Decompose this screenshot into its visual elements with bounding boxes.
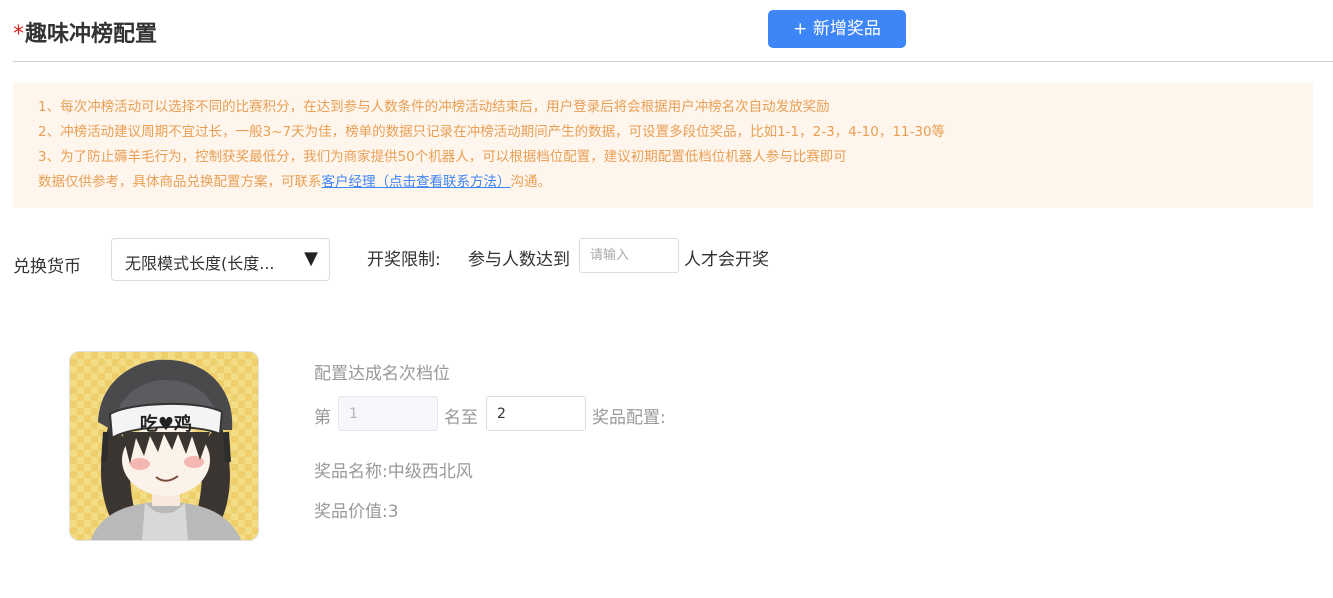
prize-value-label: 奖品价值: xyxy=(314,502,388,522)
currency-select[interactable]: 无限模式长度(长度... ▼ xyxy=(111,238,330,281)
prize-name-value: 中级西北风 xyxy=(387,462,473,482)
participant-count-input[interactable] xyxy=(579,238,679,273)
rank-from-input xyxy=(338,396,438,431)
notice-box: 1、每次冲榜活动可以选择不同的比赛积分，在达到参与人数条件的冲榜活动结束后，用户… xyxy=(13,83,1313,208)
account-manager-link[interactable]: 客户经理（点击查看联系方法） xyxy=(322,174,511,190)
rank-to-input[interactable] xyxy=(486,396,586,431)
helmet-text: 吃♥鸡 xyxy=(140,413,192,435)
notice-line-4: 数据仅供参考，具体商品兑换配置方案，可联系客户经理（点击查看联系方法）沟通。 xyxy=(38,170,1313,195)
rank-heading: 配置达成名次档位 xyxy=(314,364,450,384)
notice-line-4-suffix: 沟通。 xyxy=(510,174,552,190)
prize-name: 奖品名称:中级西北风 xyxy=(314,457,473,482)
currency-selected-value: 无限模式长度(长度... xyxy=(125,254,275,273)
draw-limit-prefix: 参与人数达到 xyxy=(468,250,570,270)
page-title-text: 趣味冲榜配置 xyxy=(25,22,158,47)
page-header: *趣味冲榜配置 + 新增奖品 xyxy=(13,10,1333,62)
notice-line-3: 3、为了防止薅羊毛行为，控制获奖最低分，我们为商家提供50个机器人，可以根据档位… xyxy=(38,149,847,165)
currency-label: 兑换货币 xyxy=(13,257,81,277)
add-prize-button[interactable]: + 新增奖品 xyxy=(768,10,906,48)
prize-value: 奖品价值:3 xyxy=(314,497,399,522)
draw-limit-label: 开奖限制: xyxy=(367,250,441,270)
rank-prefix: 第 xyxy=(314,408,331,428)
notice-line-2: 2、冲榜活动建议周期不宜过长，一般3~7天为佳，榜单的数据只记录在冲榜活动期间产… xyxy=(38,124,946,140)
prize-name-label: 奖品名称: xyxy=(314,462,388,482)
required-mark: * xyxy=(13,22,24,47)
notice-line-4-prefix: 数据仅供参考，具体商品兑换配置方案，可联系 xyxy=(38,174,322,190)
draw-limit-suffix: 人才会开奖 xyxy=(684,250,769,270)
anime-girl-helmet-image: 吃♥鸡 xyxy=(90,359,242,540)
prize-value-amount: 3 xyxy=(387,502,399,522)
page-title: *趣味冲榜配置 xyxy=(13,16,157,48)
prize-image[interactable]: 吃♥鸡 xyxy=(69,351,259,541)
notice-line-1: 1、每次冲榜活动可以选择不同的比赛积分，在达到参与人数条件的冲榜活动结束后，用户… xyxy=(38,99,830,115)
rank-suffix: 奖品配置: xyxy=(592,408,666,428)
dropdown-arrow-icon: ▼ xyxy=(304,248,318,269)
rank-middle: 名至 xyxy=(444,408,478,428)
